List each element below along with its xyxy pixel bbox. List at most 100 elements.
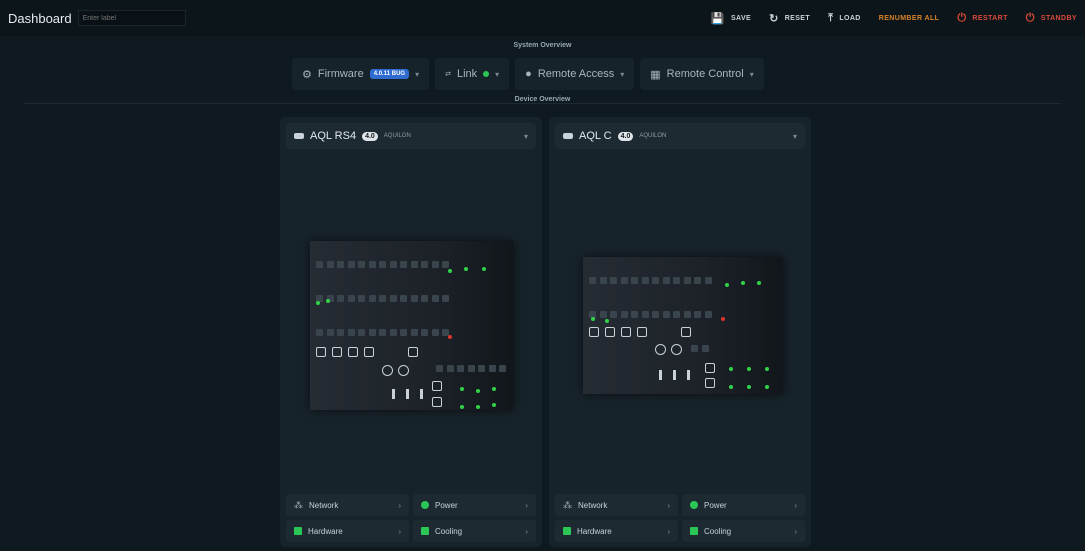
port	[442, 261, 449, 268]
port-module-icon	[681, 327, 691, 337]
remote-control-label: Remote Control	[666, 68, 744, 80]
chevron-right-icon: ›	[794, 526, 797, 536]
hardware-label: Hardware	[308, 526, 343, 536]
device-header[interactable]: AQL RS4 4.0 AQUILON ▾	[286, 123, 536, 149]
device-version-badge: 4.0	[617, 131, 634, 141]
link-dropdown[interactable]: ⇄ Link ▾	[435, 58, 510, 90]
port	[589, 277, 596, 284]
status-led	[765, 367, 769, 371]
load-label: LOAD	[839, 14, 861, 22]
cooling-label: Cooling	[704, 526, 732, 536]
port	[358, 329, 365, 336]
port	[326, 261, 334, 268]
restart-button[interactable]: ⏻ RESTART	[957, 12, 1007, 25]
status-led	[729, 367, 733, 371]
chevron-down-icon: ▾	[792, 131, 797, 141]
firmware-version-badge: 4.0.11 BUG	[369, 69, 410, 79]
port	[673, 277, 680, 284]
status-buttons: ⁂ Network › Power › Hardware › Cooling ›	[286, 494, 536, 542]
power-label: Power	[435, 500, 458, 510]
firmware-label: Firmware	[317, 68, 364, 80]
chevron-down-icon: ▾	[415, 69, 420, 79]
status-led	[492, 387, 496, 391]
port-module-icon	[348, 347, 358, 357]
reset-button[interactable]: ↻ RESET	[769, 12, 810, 25]
power-icon: ⏻	[1025, 11, 1035, 24]
cooling-button[interactable]: Cooling ›	[682, 520, 805, 542]
device-panel-image[interactable]	[583, 257, 783, 394]
port	[620, 311, 628, 318]
standby-label: STANDBY	[1040, 14, 1077, 22]
renumber-all-button[interactable]: RENUMBER ALL	[879, 15, 940, 22]
port	[488, 365, 496, 372]
port	[368, 295, 376, 302]
top-bar: Dashboard 💾 SAVE ↻ RESET ⤒ LOAD RENUMBER ALL ⏻ R…	[0, 0, 1085, 36]
device-card-aql-rs4: AQL RS4 4.0 AQUILON ▾ ⁂ Network › Power › H…	[280, 117, 542, 547]
network-label: Network	[578, 500, 608, 510]
port	[652, 311, 659, 318]
divider	[24, 103, 1061, 104]
power-button[interactable]: Power ›	[682, 494, 805, 516]
port	[337, 295, 344, 302]
hardware-button[interactable]: Hardware ›	[555, 520, 678, 542]
status-led	[757, 281, 761, 285]
device-id: AQUILON	[383, 133, 411, 139]
port	[316, 329, 323, 336]
remote-control-dropdown[interactable]: ▦ Remote Control ▾	[640, 58, 764, 90]
device-id: AQUILON	[639, 133, 667, 139]
port	[400, 261, 407, 268]
port	[478, 365, 485, 372]
chevron-right-icon: ›	[525, 500, 528, 510]
status-led	[747, 367, 751, 371]
port	[641, 277, 649, 284]
standby-button[interactable]: ⏻ STANDBY	[1026, 12, 1077, 25]
port	[421, 295, 428, 302]
status-led	[460, 405, 464, 409]
label-input[interactable]	[77, 10, 186, 26]
port	[410, 261, 418, 268]
status-led	[591, 317, 595, 321]
port-module-icon	[316, 347, 326, 357]
chevron-right-icon: ›	[398, 526, 401, 536]
hardware-status-icon	[294, 527, 302, 535]
firmware-dropdown[interactable]: ⚙ Firmware 4.0.11 BUG ▾	[292, 58, 430, 90]
load-button[interactable]: ⤒ LOAD	[828, 12, 861, 25]
port	[694, 277, 701, 284]
port	[662, 311, 670, 318]
port	[410, 295, 418, 302]
network-icon: ⁂	[563, 499, 572, 510]
port	[379, 295, 386, 302]
slot-icon	[659, 370, 662, 380]
network-icon: ⁂	[294, 499, 303, 510]
power-button[interactable]: Power ›	[413, 494, 536, 516]
slot-icon	[392, 389, 395, 399]
knob-icon	[382, 365, 393, 376]
remote-access-dropdown[interactable]: ● Remote Access ▾	[515, 58, 635, 90]
port-module-icon	[605, 327, 615, 337]
port	[358, 261, 365, 268]
hardware-label: Hardware	[577, 526, 612, 536]
port-module-icon	[364, 347, 374, 357]
chevron-right-icon: ›	[667, 500, 670, 510]
port	[442, 295, 449, 302]
save-button[interactable]: 💾 SAVE	[711, 12, 751, 25]
device-icon	[294, 133, 304, 139]
port	[337, 329, 344, 336]
device-header[interactable]: AQL C 4.0 AQUILON ▾	[555, 123, 805, 149]
network-button[interactable]: ⁂ Network ›	[286, 494, 409, 516]
port	[337, 261, 344, 268]
network-button[interactable]: ⁂ Network ›	[555, 494, 678, 516]
cooling-status-icon	[690, 527, 698, 535]
port	[368, 329, 376, 336]
reset-label: RESET	[784, 14, 811, 22]
port	[347, 261, 355, 268]
status-led	[476, 389, 480, 393]
port	[379, 261, 386, 268]
slot-icon	[673, 370, 676, 380]
port-module-icon	[432, 397, 442, 407]
hardware-button[interactable]: Hardware ›	[286, 520, 409, 542]
device-icon	[563, 133, 573, 139]
device-panel-image[interactable]	[310, 241, 513, 410]
port	[599, 277, 607, 284]
cooling-button[interactable]: Cooling ›	[413, 520, 536, 542]
